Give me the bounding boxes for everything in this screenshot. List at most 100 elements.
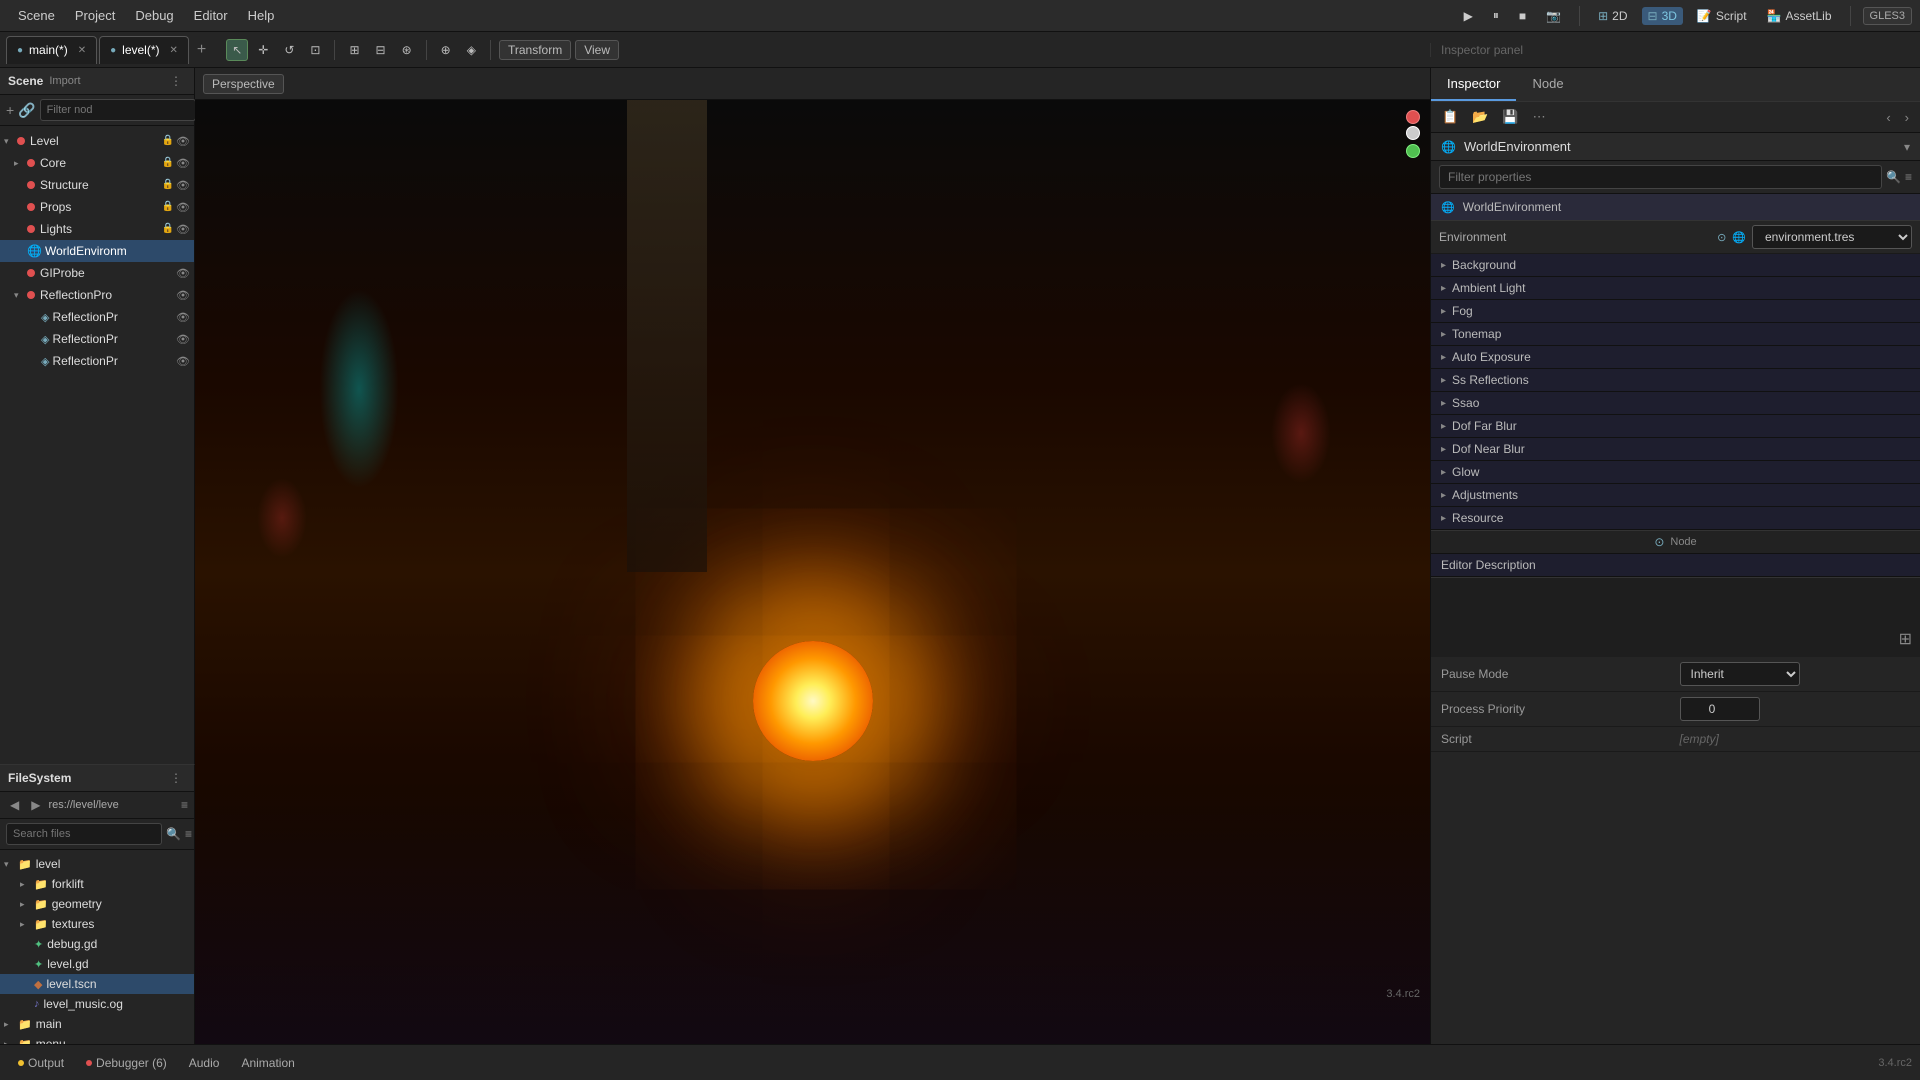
assetlib-button[interactable]: 🏪 AssetLib [1761, 7, 1838, 25]
menu-item-editor[interactable]: Editor [184, 4, 238, 27]
fs-item-debug-gd[interactable]: ▸ ✦ debug.gd [0, 934, 194, 954]
inspector-nav-right[interactable]: › [1900, 107, 1914, 128]
filter-props-search-btn[interactable]: 🔍 [1886, 170, 1901, 184]
giprobe-eye-icon[interactable]: 👁 [176, 267, 190, 280]
remote-debug-button[interactable]: 📷 [1540, 7, 1567, 25]
section-fog[interactable]: ▸ Fog [1431, 300, 1920, 323]
import-label[interactable]: Import [49, 75, 80, 87]
scene-menu-btn[interactable]: ⋮ [166, 72, 186, 90]
pause-button[interactable]: ⏸ [1487, 6, 1505, 25]
fs-item-main[interactable]: ▸ 📁 main [0, 1014, 194, 1034]
camera-tool[interactable]: ⊕ [435, 39, 457, 61]
inspector-history-btn[interactable]: 📋 [1437, 106, 1463, 128]
fs-item-geometry[interactable]: ▸ 📁 geometry [0, 894, 194, 914]
node-dropdown-btn[interactable]: ▾ [1904, 140, 1910, 154]
section-dof-far-blur[interactable]: ▸ Dof Far Blur [1431, 415, 1920, 438]
snap-tool[interactable]: ⊞ [343, 39, 365, 61]
core-eye-icon[interactable]: 👁 [176, 157, 190, 170]
soft-body-tool[interactable]: ◈ [461, 39, 482, 61]
tree-item-giprobe[interactable]: ▸ GIProbe 👁 [0, 262, 194, 284]
close-main-tab[interactable]: ✕ [78, 45, 86, 56]
menu-item-help[interactable]: Help [238, 4, 285, 27]
reflection-sub1-eye[interactable]: 👁 [176, 311, 190, 324]
editor-desc-expand-btn[interactable]: ⊞ [1899, 629, 1912, 649]
stop-button[interactable]: ■ [1513, 7, 1532, 25]
bottom-tab-audio[interactable]: Audio [179, 1052, 230, 1074]
viewport-canvas[interactable] [195, 100, 1430, 1044]
tree-item-level[interactable]: ▾ Level 🔒 👁 [0, 130, 194, 152]
perspective-btn[interactable]: Perspective [203, 74, 284, 94]
section-auto-exposure[interactable]: ▸ Auto Exposure [1431, 346, 1920, 369]
mode-3d-button[interactable]: ⊟ 3D [1642, 7, 1683, 25]
link-node-button[interactable]: 🔗 [18, 102, 35, 119]
tree-item-lights[interactable]: ▸ Lights 🔒 👁 [0, 218, 194, 240]
reflection-pro-eye[interactable]: 👁 [176, 289, 190, 302]
env-globe-btn[interactable]: 🌐 [1732, 231, 1746, 244]
fs-item-level[interactable]: ▾ 📁 level [0, 854, 194, 874]
reflection-sub2-eye[interactable]: 👁 [176, 333, 190, 346]
filter-props-options-btn[interactable]: ≡ [1905, 170, 1912, 184]
env-resource-btn[interactable]: ⊙ [1717, 231, 1726, 244]
tree-item-structure[interactable]: ▸ Structure 🔒 👁 [0, 174, 194, 196]
level-eye-icon[interactable]: 👁 [176, 135, 190, 148]
rotate-tool[interactable]: ↺ [278, 39, 300, 61]
menu-item-debug[interactable]: Debug [125, 4, 183, 27]
menu-item-project[interactable]: Project [65, 4, 125, 27]
env-dropdown[interactable]: environment.tres [1752, 225, 1912, 249]
tree-item-reflection-sub2[interactable]: ▸ ◈ ReflectionPr 👁 [0, 328, 194, 350]
section-adjustments[interactable]: ▸ Adjustments [1431, 484, 1920, 507]
filesystem-menu-btn[interactable]: ⋮ [166, 769, 186, 787]
fs-item-forklift[interactable]: ▸ 📁 forklift [0, 874, 194, 894]
lights-eye-icon[interactable]: 👁 [176, 223, 190, 236]
bottom-tab-animation[interactable]: Animation [231, 1052, 304, 1074]
scale-tool[interactable]: ⊡ [304, 39, 326, 61]
props-eye-icon[interactable]: 👁 [176, 201, 190, 214]
play-button[interactable]: ▶ [1458, 7, 1479, 25]
script-button[interactable]: 📝 Script [1691, 7, 1753, 25]
tree-item-props[interactable]: ▸ Props 🔒 👁 [0, 196, 194, 218]
fs-item-menu[interactable]: ▸ 📁 menu [0, 1034, 194, 1044]
tab-main[interactable]: ● main(*) ✕ [6, 36, 97, 64]
section-glow[interactable]: ▸ Glow [1431, 461, 1920, 484]
inspector-more-btn[interactable]: ⋯ [1528, 106, 1551, 128]
section-ss-reflections[interactable]: ▸ Ss Reflections [1431, 369, 1920, 392]
fs-sort-btn[interactable]: ≡ [185, 827, 192, 841]
section-background[interactable]: ▸ Background [1431, 254, 1920, 277]
tab-level[interactable]: ● level(*) ✕ [99, 36, 189, 64]
section-tonemap[interactable]: ▸ Tonemap [1431, 323, 1920, 346]
section-dof-near-blur[interactable]: ▸ Dof Near Blur [1431, 438, 1920, 461]
reflection-sub3-eye[interactable]: 👁 [176, 355, 190, 368]
select-tool[interactable]: ↖ [226, 39, 248, 61]
bottom-tab-debugger[interactable]: Debugger (6) [76, 1052, 177, 1074]
view-label[interactable]: View [575, 40, 619, 60]
menu-item-scene[interactable]: Scene [8, 4, 65, 27]
filter-props-input[interactable] [1439, 165, 1882, 189]
tab-node[interactable]: Node [1516, 68, 1579, 101]
fs-search-btn[interactable]: 🔍 [166, 827, 181, 841]
fs-back-btn[interactable]: ◀ [6, 796, 23, 814]
close-level-tab[interactable]: ✕ [170, 45, 178, 56]
tree-item-core[interactable]: ▸ Core 🔒 👁 [0, 152, 194, 174]
fs-item-level-tscn[interactable]: ▸ ◆ level.tscn [0, 974, 194, 994]
add-tab-button[interactable]: + [191, 37, 212, 63]
tree-item-reflection-pro[interactable]: ▾ ReflectionPro 👁 [0, 284, 194, 306]
fs-item-level-gd[interactable]: ▸ ✦ level.gd [0, 954, 194, 974]
filter-node-input[interactable] [40, 99, 196, 121]
transform-label[interactable]: Transform [499, 40, 571, 60]
section-ssao[interactable]: ▸ Ssao [1431, 392, 1920, 415]
add-node-button[interactable]: + [6, 102, 14, 118]
local-space-tool[interactable]: ⊛ [396, 39, 418, 61]
inspector-nav-left[interactable]: ‹ [1881, 107, 1895, 128]
fs-item-textures[interactable]: ▸ 📁 textures [0, 914, 194, 934]
pause-mode-dropdown[interactable]: Inherit [1680, 662, 1800, 686]
editor-desc-area[interactable]: ⊞ [1431, 577, 1920, 657]
fs-item-level-music[interactable]: ▸ ♪ level_music.og [0, 994, 194, 1014]
fs-search-input[interactable] [6, 823, 162, 845]
section-resource[interactable]: ▸ Resource [1431, 507, 1920, 530]
mode-2d-button[interactable]: ⊞ 2D [1592, 7, 1633, 25]
tree-item-reflection-sub3[interactable]: ▸ ◈ ReflectionPr 👁 [0, 350, 194, 372]
snap-grid-tool[interactable]: ⊟ [370, 39, 392, 61]
bottom-tab-output[interactable]: Output [8, 1052, 74, 1074]
tree-item-world-env[interactable]: ▸ 🌐 WorldEnvironm [0, 240, 194, 262]
inspector-save-btn[interactable]: 💾 [1497, 106, 1523, 128]
